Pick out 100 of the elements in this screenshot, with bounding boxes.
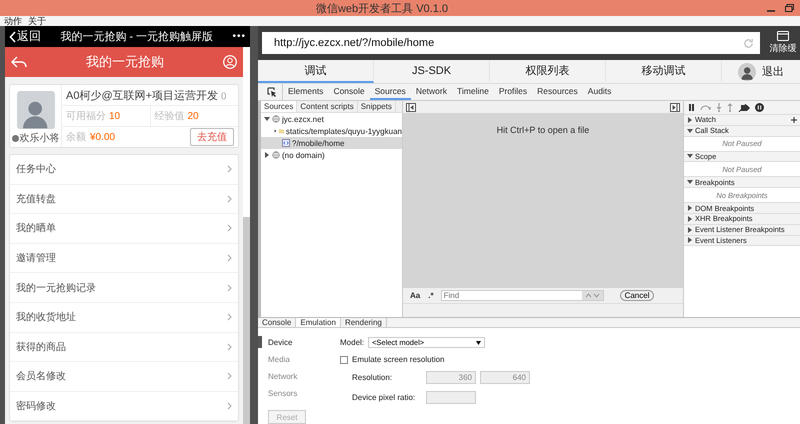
resolution-label: Resolution: <box>352 373 394 382</box>
file-tree-item[interactable]: jyc.ezcx.net <box>261 113 402 125</box>
regex-button[interactable]: .* <box>427 291 435 300</box>
user-name: A0柯少@互联网+项目运营开发 <box>66 88 218 102</box>
expanded-arrow-icon[interactable] <box>687 128 693 134</box>
badge-icon <box>12 134 18 142</box>
name-suffix: () <box>221 90 226 100</box>
navigator-tab[interactable]: Content scripts <box>297 101 358 112</box>
expanded-arrow-icon[interactable] <box>264 116 270 122</box>
emulation-section[interactable]: Network <box>258 370 340 382</box>
navigator-tab[interactable]: Snippets <box>358 101 396 112</box>
menu-row[interactable]: 任务中心 <box>10 155 238 185</box>
match-case-button[interactable]: Aa <box>409 291 422 300</box>
pixel-ratio-field[interactable] <box>426 391 476 404</box>
devtools-tab[interactable]: Audits <box>582 84 616 100</box>
emulation-section[interactable]: Sensors <box>258 387 340 399</box>
chevron-right-icon <box>227 224 232 232</box>
user-icon[interactable] <box>223 55 237 69</box>
chevron-right-icon <box>227 372 232 380</box>
storage-icon <box>777 31 789 41</box>
tool-tab[interactable]: 移动调试 <box>606 60 722 83</box>
chevron-right-icon <box>227 284 232 292</box>
menu-row[interactable]: 充值转盘 <box>10 184 238 214</box>
tool-tab[interactable]: JS-SDK <box>374 60 490 83</box>
points-label: 可用福分 <box>66 110 106 123</box>
menu-row[interactable]: 我的一元抢购记录 <box>10 273 238 303</box>
more-button[interactable]: ••• <box>232 31 246 42</box>
devtools-tab[interactable]: Profiles <box>494 84 532 100</box>
checkbox[interactable] <box>340 356 348 364</box>
chevron-right-icon <box>227 342 232 351</box>
navigator-tab[interactable]: Sources <box>261 101 298 112</box>
expanded-arrow-icon[interactable] <box>687 179 693 186</box>
scrollbar[interactable] <box>243 47 250 424</box>
cancel-button[interactable]: Cancel <box>620 290 654 301</box>
html-file-icon <box>282 139 290 147</box>
folder-icon <box>278 127 284 135</box>
toggle-navigator-icon[interactable] <box>406 102 416 112</box>
pixel-ratio-label: Device pixel ratio: <box>352 393 416 402</box>
find-field[interactable]: Find <box>440 290 604 301</box>
devtools-tab[interactable]: Resources <box>532 84 583 100</box>
step-into-icon[interactable] <box>716 103 722 112</box>
model-label: Model: <box>340 338 364 347</box>
menu-row[interactable]: 获得的商品 <box>10 332 238 362</box>
tool-tab[interactable]: 权限列表 <box>490 60 606 83</box>
chevron-right-icon <box>227 165 232 174</box>
logout-button[interactable]: 退出 <box>762 64 784 79</box>
menu-item[interactable]: 关于 <box>28 16 46 26</box>
chevron-right-icon <box>227 402 232 410</box>
drawer-tab[interactable]: Rendering <box>340 318 387 327</box>
chevron-right-icon <box>227 254 232 262</box>
step-over-icon[interactable] <box>700 104 711 111</box>
maximize-icon[interactable] <box>782 2 796 14</box>
pause-icon[interactable] <box>688 104 695 111</box>
menu-item[interactable]: 动作 <box>4 16 22 26</box>
toggle-sidebar-icon[interactable] <box>670 102 680 112</box>
emulation-section[interactable]: Media <box>258 353 340 365</box>
collapsed-arrow-icon[interactable] <box>274 128 277 134</box>
clear-cache-button[interactable]: 清除缓 <box>766 31 800 55</box>
experience-label: 经验值 <box>154 110 184 123</box>
balance-label: 余额 <box>66 130 86 144</box>
nickname: 欢乐小将 <box>20 132 60 145</box>
menu-row[interactable]: 密码修改 <box>10 392 238 422</box>
emulation-section[interactable]: Device <box>258 336 340 348</box>
add-icon[interactable] <box>791 116 797 123</box>
chevron-left-icon <box>9 30 17 42</box>
collapsed-arrow-icon[interactable] <box>687 116 693 123</box>
globe-icon <box>272 115 280 123</box>
page-title: 我的一元抢购 - 一元抢购触屏版 <box>59 30 214 44</box>
file-tree-item[interactable]: (no domain) <box>261 149 402 161</box>
deactivate-breakpoints-icon[interactable] <box>738 104 750 112</box>
devtools-tab[interactable]: Timeline <box>452 84 494 100</box>
pause-on-exceptions-icon[interactable] <box>755 103 764 112</box>
back-icon[interactable] <box>11 56 27 68</box>
back-link[interactable]: 返回 <box>9 28 41 45</box>
menu-row[interactable]: 我的晒单 <box>10 214 238 244</box>
file-tree-item[interactable]: statics/templates/quyu-1yygkuan <box>261 125 402 137</box>
editor-hint: Hit Ctrl+P to open a file <box>496 125 590 135</box>
checkbox-label: Emulate screen resolution <box>352 355 444 364</box>
expanded-arrow-icon[interactable] <box>687 153 693 160</box>
recharge-button[interactable]: 去充值 <box>190 128 234 146</box>
experience-value: 20 <box>188 110 199 122</box>
menu-row[interactable]: 邀请管理 <box>10 244 238 274</box>
chevron-right-icon <box>227 313 232 322</box>
drawer-tab[interactable]: Emulation <box>296 318 341 327</box>
collapsed-arrow-icon[interactable] <box>264 152 270 158</box>
balance-value: ¥0.00 <box>90 132 116 142</box>
devtools-tab[interactable]: Elements <box>283 84 328 100</box>
menu-row[interactable]: 会员名修改 <box>10 362 238 392</box>
file-tree-item[interactable]: ?/mobile/home <box>261 137 402 149</box>
url-field[interactable]: http://jyc.ezcx.net/?/mobile/home <box>272 36 743 50</box>
url-field[interactable]: http://jyc.ezcx.net/?/mobile/home <box>262 32 760 54</box>
devtools-tab[interactable]: Network <box>410 84 452 100</box>
window-title: 微信web开发者工具 V0.1.0 <box>314 2 450 16</box>
chevron-right-icon <box>227 194 232 203</box>
header-title: 我的一元抢购 <box>85 53 165 71</box>
step-out-icon[interactable] <box>727 103 733 112</box>
caret-icon <box>476 340 482 344</box>
menu-row[interactable]: 我的收货地址 <box>10 302 238 333</box>
devtools-tab[interactable]: Console <box>328 84 370 100</box>
points-value: 10 <box>109 110 120 122</box>
